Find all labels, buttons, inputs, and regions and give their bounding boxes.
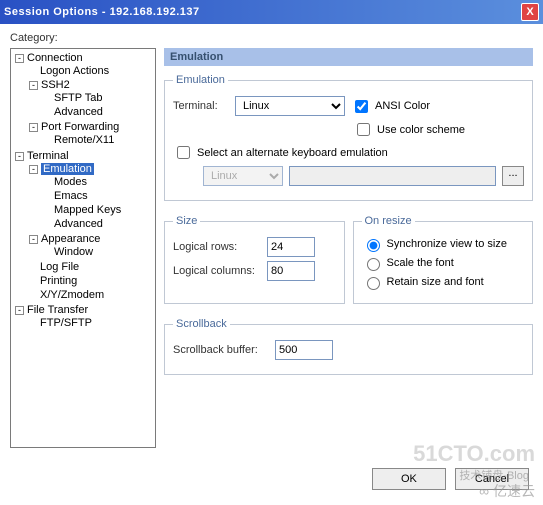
terminal-select[interactable]: Linux bbox=[235, 96, 345, 116]
scrollback-input[interactable] bbox=[275, 340, 333, 360]
tree-xyzmodem[interactable]: X/Y/Zmodem bbox=[40, 289, 104, 301]
category-label: Category: bbox=[10, 32, 533, 44]
tree-window[interactable]: Window bbox=[54, 246, 93, 258]
tree-connection[interactable]: Connection bbox=[27, 52, 83, 64]
sync-radio-input[interactable] bbox=[367, 239, 380, 252]
sync-label: Synchronize view to size bbox=[387, 238, 507, 250]
tree-file-transfer[interactable]: File Transfer bbox=[27, 304, 88, 316]
ansi-color-input[interactable] bbox=[355, 100, 368, 113]
alt-kbd-path bbox=[289, 166, 496, 186]
collapse-icon[interactable]: - bbox=[29, 123, 38, 132]
retain-label: Retain size and font bbox=[387, 276, 484, 288]
alt-kbd-input[interactable] bbox=[177, 146, 190, 159]
collapse-icon[interactable]: - bbox=[15, 306, 24, 315]
color-scheme-label: Use color scheme bbox=[377, 124, 465, 136]
tree-remote-x11[interactable]: Remote/X11 bbox=[54, 134, 114, 146]
collapse-icon[interactable]: - bbox=[15, 54, 24, 63]
scrollback-legend: Scrollback bbox=[173, 318, 230, 330]
color-scheme-input[interactable] bbox=[357, 123, 370, 136]
tree-ssh2[interactable]: SSH2 bbox=[41, 79, 70, 91]
panel-header: Emulation bbox=[164, 48, 533, 66]
tree-emacs[interactable]: Emacs bbox=[54, 190, 88, 202]
collapse-icon[interactable]: - bbox=[29, 235, 38, 244]
titlebar-text: Session Options - 192.168.192.137 bbox=[4, 6, 521, 18]
collapse-icon[interactable]: - bbox=[15, 152, 24, 161]
logical-rows-label: Logical rows: bbox=[173, 241, 261, 253]
scale-radio-input[interactable] bbox=[367, 258, 380, 271]
dialog-buttons: OK Cancel bbox=[10, 468, 533, 490]
retain-radio[interactable]: Retain size and font bbox=[362, 274, 525, 290]
tree-ftp-sftp[interactable]: FTP/SFTP bbox=[40, 317, 92, 329]
tree-sftp-tab[interactable]: SFTP Tab bbox=[54, 92, 103, 104]
browse-button[interactable]: ... bbox=[502, 166, 524, 186]
onresize-group: On resize Synchronize view to size Scale… bbox=[353, 215, 534, 304]
titlebar: Session Options - 192.168.192.137 X bbox=[0, 0, 543, 24]
category-tree[interactable]: -Connection Logon Actions -SSH2 SFTP Tab… bbox=[10, 48, 156, 448]
emulation-legend: Emulation bbox=[173, 74, 228, 86]
scale-label: Scale the font bbox=[387, 257, 454, 269]
collapse-icon[interactable]: - bbox=[29, 81, 38, 90]
scrollback-label: Scrollback buffer: bbox=[173, 344, 269, 356]
alternate-keyboard-checkbox[interactable]: Select an alternate keyboard emulation bbox=[173, 143, 388, 162]
tree-printing[interactable]: Printing bbox=[40, 275, 77, 287]
alt-kbd-select: Linux bbox=[203, 166, 283, 186]
ok-button[interactable]: OK bbox=[372, 468, 446, 490]
onresize-legend: On resize bbox=[362, 215, 415, 227]
size-legend: Size bbox=[173, 215, 200, 227]
emulation-group: Emulation Terminal: Linux ANSI Color Use… bbox=[164, 74, 533, 201]
logical-cols-label: Logical columns: bbox=[173, 265, 261, 277]
retain-radio-input[interactable] bbox=[367, 277, 380, 290]
tree-port-forwarding[interactable]: Port Forwarding bbox=[41, 121, 119, 133]
tree-emulation[interactable]: Emulation bbox=[41, 163, 94, 175]
scale-radio[interactable]: Scale the font bbox=[362, 255, 525, 271]
logical-cols-input[interactable] bbox=[267, 261, 315, 281]
tree-log-file[interactable]: Log File bbox=[40, 261, 79, 273]
tree-terminal[interactable]: Terminal bbox=[27, 150, 69, 162]
tree-logon-actions[interactable]: Logon Actions bbox=[40, 65, 109, 77]
alt-kbd-label: Select an alternate keyboard emulation bbox=[197, 147, 388, 159]
ansi-color-checkbox[interactable]: ANSI Color bbox=[351, 97, 430, 116]
tree-mapped-keys[interactable]: Mapped Keys bbox=[54, 204, 121, 216]
settings-panel: Emulation Emulation Terminal: Linux ANSI… bbox=[164, 48, 533, 448]
cancel-button[interactable]: Cancel bbox=[455, 468, 529, 490]
sync-radio[interactable]: Synchronize view to size bbox=[362, 236, 525, 252]
close-button[interactable]: X bbox=[521, 3, 539, 21]
dialog-content: Category: -Connection Logon Actions -SSH… bbox=[0, 24, 543, 498]
tree-advanced[interactable]: Advanced bbox=[54, 106, 103, 118]
collapse-icon[interactable]: - bbox=[29, 165, 38, 174]
tree-appearance[interactable]: Appearance bbox=[41, 233, 100, 245]
use-color-scheme-checkbox[interactable]: Use color scheme bbox=[353, 120, 465, 139]
terminal-label: Terminal: bbox=[173, 100, 229, 112]
tree-modes[interactable]: Modes bbox=[54, 176, 87, 188]
tree-advanced[interactable]: Advanced bbox=[54, 218, 103, 230]
logical-rows-input[interactable] bbox=[267, 237, 315, 257]
size-group: Size Logical rows: Logical columns: bbox=[164, 215, 345, 304]
scrollback-group: Scrollback Scrollback buffer: bbox=[164, 318, 533, 375]
ansi-color-label: ANSI Color bbox=[375, 100, 430, 112]
